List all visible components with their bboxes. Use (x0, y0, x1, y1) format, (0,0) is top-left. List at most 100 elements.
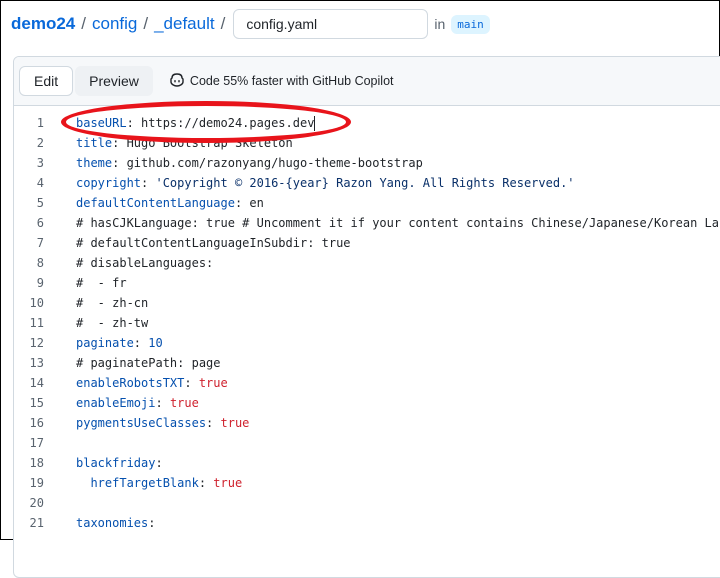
editor-toolbar: Edit Preview Code 55% faster with GitHub… (14, 57, 720, 106)
code-key: hrefTargetBlank (90, 476, 199, 490)
code-punctuation: : (133, 336, 149, 350)
code-content: taxonomies: (76, 516, 155, 530)
code-punctuation: : (184, 376, 199, 390)
code-punctuation: : (198, 476, 214, 490)
code-value: 10 (148, 336, 163, 350)
code-comment: # - fr (76, 276, 127, 290)
line-number: 4 (36, 176, 44, 190)
code-content: theme: github.com/razonyang/hugo-theme-b… (76, 156, 423, 170)
code-content: # - zh-cn (76, 296, 148, 310)
in-label: in (434, 16, 446, 32)
code-punctuation: : (112, 156, 127, 170)
breadcrumb-repo-link[interactable]: demo24 (11, 14, 75, 34)
line-number: 19 (29, 476, 44, 490)
code-line[interactable]: 4 copyright: 'Copyright © 2016-{year} Raz… (14, 173, 720, 193)
breadcrumb: demo24 / config / _default / in main (11, 9, 490, 39)
code-content: # disableLanguages: (76, 256, 213, 270)
code-content: title: Hugo Bootstrap Skeleton (76, 136, 293, 150)
code-comment: # paginatePath: page (76, 356, 221, 370)
tab-preview[interactable]: Preview (75, 66, 153, 96)
code-key: taxonomies (76, 516, 149, 530)
code-content: defaultContentLanguage: en (76, 196, 264, 210)
breadcrumb-default-link[interactable]: _default (154, 14, 215, 34)
breadcrumb-config-link[interactable]: config (92, 14, 137, 34)
line-number: 20 (29, 496, 44, 510)
code-line[interactable]: 6 # hasCJKLanguage: true # Uncomment it i… (14, 213, 720, 233)
code-key: blackfriday (76, 456, 156, 470)
code-line[interactable]: 7 # defaultContentLanguageInSubdir: true (14, 233, 720, 253)
code-content: # paginatePath: page (76, 356, 221, 370)
code-content: hrefTargetBlank: true (76, 476, 242, 490)
code-content: blackfriday: (76, 456, 163, 470)
code-key: defaultContentLanguage (76, 196, 235, 210)
code-line[interactable]: 20 (14, 493, 720, 513)
line-number: 1 (36, 116, 44, 130)
branch-badge[interactable]: main (451, 14, 490, 34)
code-content: # - fr (76, 276, 127, 290)
code-editor[interactable]: 1 baseURL: https://demo24.pages.dev 2 title… (14, 113, 720, 533)
copilot-icon (169, 72, 190, 90)
line-number: 16 (29, 416, 44, 430)
code-line[interactable]: 8 # disableLanguages: (14, 253, 720, 273)
line-number: 3 (36, 156, 44, 170)
code-value: true (220, 416, 250, 430)
code-line[interactable]: 13 # paginatePath: page (14, 353, 720, 373)
line-number: 12 (29, 336, 44, 350)
code-line[interactable]: 11 # - zh-tw (14, 313, 720, 333)
code-value: github.com/razonyang/hugo-theme-bootstra… (126, 156, 423, 170)
code-content: pygmentsUseClasses: true (76, 416, 249, 430)
text-cursor (314, 115, 316, 131)
line-number: 7 (36, 236, 44, 250)
code-content: # - zh-tw (76, 316, 148, 330)
tab-edit[interactable]: Edit (19, 66, 74, 96)
copilot-promo[interactable]: Code 55% faster with GitHub Copilot (169, 72, 394, 90)
line-number: 6 (36, 216, 44, 230)
line-number: 21 (29, 516, 44, 530)
code-line[interactable]: 12 paginate: 10 (14, 333, 720, 353)
code-key: paginate (76, 336, 134, 350)
code-value: en (249, 196, 264, 210)
line-number: 15 (29, 396, 44, 410)
line-number: 17 (29, 436, 44, 450)
code-value: true (213, 476, 243, 490)
code-line[interactable]: 18 blackfriday: (14, 453, 720, 473)
code-comment: # defaultContentLanguageInSubdir: true (76, 236, 351, 250)
code-content: paginate: 10 (76, 336, 163, 350)
code-punctuation: : (155, 396, 170, 410)
code-line[interactable]: 21 taxonomies: (14, 513, 720, 533)
code-line[interactable]: 15 enableEmoji: true (14, 393, 720, 413)
filename-input[interactable] (233, 9, 429, 39)
code-content: # hasCJKLanguage: true # Uncomment it if… (76, 216, 720, 230)
code-line[interactable]: 17 (14, 433, 720, 453)
line-number: 11 (29, 316, 44, 330)
code-line[interactable]: 1 baseURL: https://demo24.pages.dev (14, 113, 720, 133)
code-line[interactable]: 10 # - zh-cn (14, 293, 720, 313)
code-line[interactable]: 2 title: Hugo Bootstrap Skeleton (14, 133, 720, 153)
line-number: 10 (29, 296, 44, 310)
line-number: 18 (29, 456, 44, 470)
code-line[interactable]: 3 theme: github.com/razonyang/hugo-theme-… (14, 153, 720, 173)
breadcrumb-separator: / (220, 14, 226, 33)
code-key: enableRobotsTXT (76, 376, 185, 390)
line-number: 8 (36, 256, 44, 270)
code-line[interactable]: 14 enableRobotsTXT: true (14, 373, 720, 393)
code-value: https://demo24.pages.dev (141, 115, 315, 130)
code-line[interactable]: 19 hrefTargetBlank: true (14, 473, 720, 493)
code-punctuation: : (148, 516, 156, 530)
code-punctuation: : (112, 136, 127, 150)
code-value: 'Copyright © 2016-{year} Razon Yang. All… (155, 176, 575, 190)
code-line[interactable]: 5 defaultContentLanguage: en (14, 193, 720, 213)
code-key: enableEmoji (76, 396, 156, 410)
code-comment: # hasCJKLanguage: true # Uncomment it if… (76, 216, 720, 230)
code-line[interactable]: 9 # - fr (14, 273, 720, 293)
line-number: 9 (36, 276, 44, 290)
code-line[interactable]: 16 pygmentsUseClasses: true (14, 413, 720, 433)
copilot-text: Code 55% faster with GitHub Copilot (189, 74, 394, 88)
code-value: true (169, 396, 199, 410)
code-content: copyright: 'Copyright © 2016-{year} Razo… (76, 176, 575, 190)
code-content: # defaultContentLanguageInSubdir: true (76, 236, 351, 250)
code-content: baseURL: https://demo24.pages.dev (76, 115, 316, 131)
code-key: title (76, 136, 113, 150)
code-content: enableEmoji: true (76, 396, 199, 410)
